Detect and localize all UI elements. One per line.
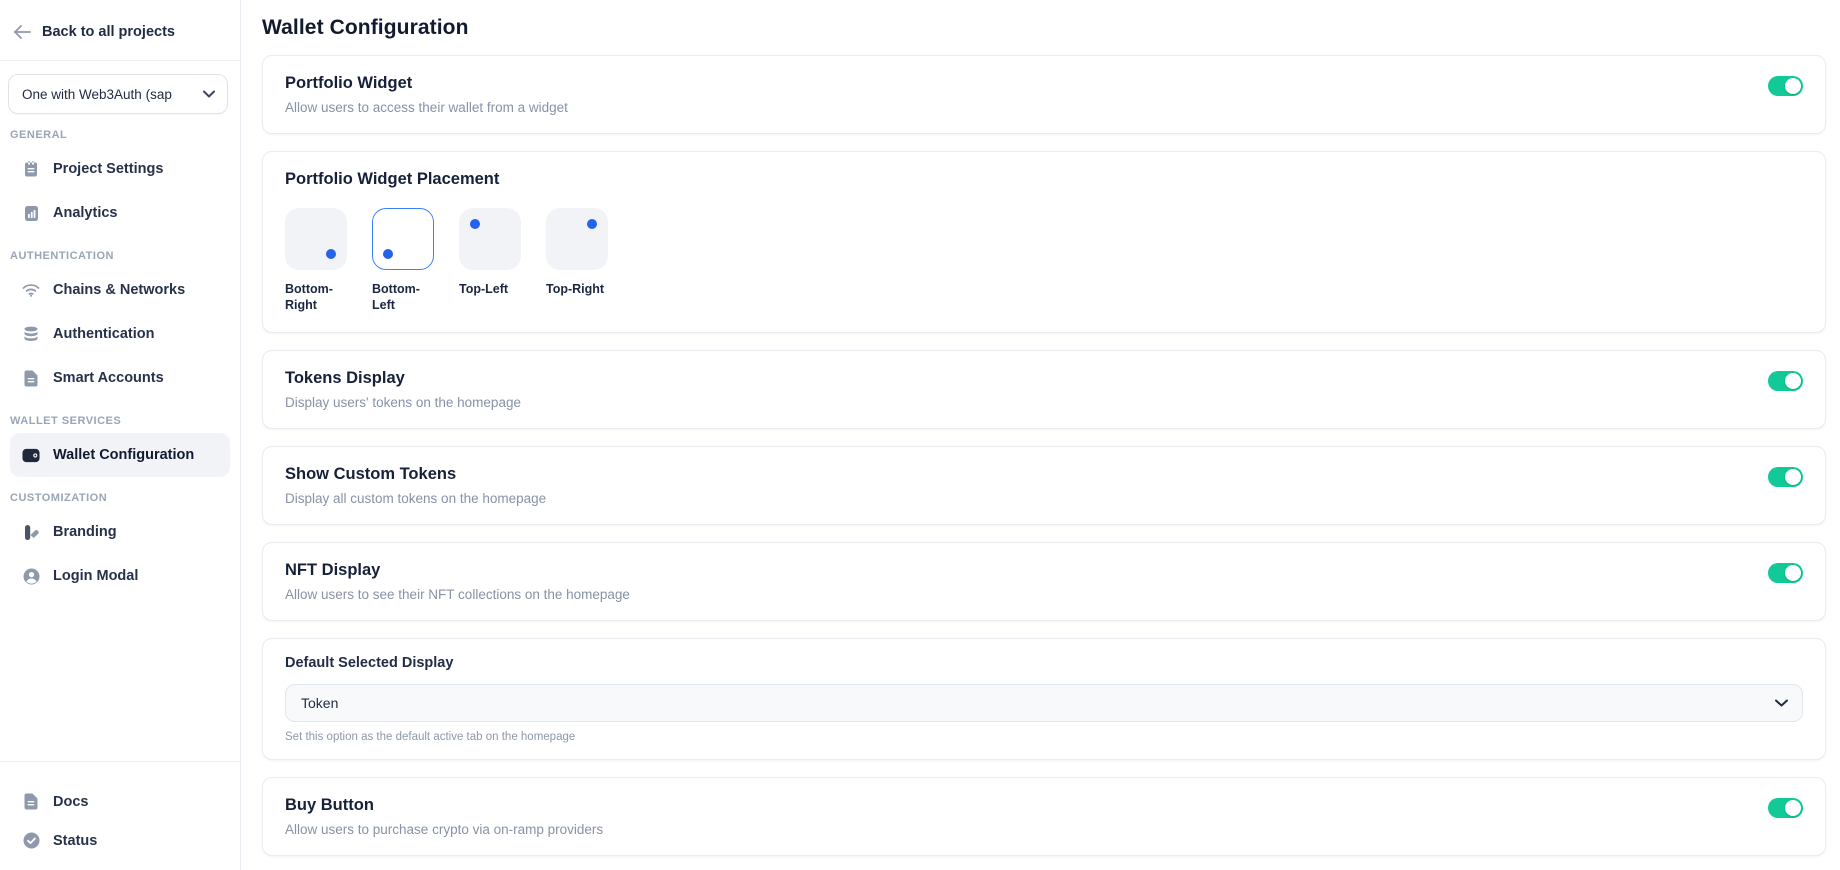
sidebar-item-label: Project Settings: [53, 161, 163, 177]
sidebar-item-smart-accounts[interactable]: Smart Accounts: [10, 356, 230, 400]
card-portfolio-widget: Portfolio Widget Allow users to access t…: [262, 55, 1826, 134]
sidebar-item-login-modal[interactable]: Login Modal: [10, 554, 230, 598]
default-display-select[interactable]: Token: [285, 684, 1803, 722]
sidebar-item-label: Analytics: [53, 205, 117, 221]
portfolio-widget-toggle[interactable]: [1768, 76, 1803, 96]
sidebar-item-docs[interactable]: Docs: [10, 782, 230, 821]
placement-label: Bottom-Right: [285, 281, 345, 314]
chevron-down-icon: [203, 90, 215, 98]
sidebar-item-project-settings[interactable]: Project Settings: [10, 147, 230, 191]
placement-label: Top-Right: [546, 281, 606, 297]
analytics-icon: [22, 204, 40, 222]
toggle-knob: [1785, 78, 1801, 94]
select-value: Token: [301, 695, 338, 711]
placement-label: Top-Left: [459, 281, 519, 297]
sidebar-item-analytics[interactable]: Analytics: [10, 191, 230, 235]
placement-option-top-left[interactable]: [459, 208, 521, 270]
wallet-icon: [22, 446, 40, 464]
chevron-down-icon: [1775, 699, 1788, 707]
card-tokens-display: Tokens Display Display users' tokens on …: [262, 350, 1826, 429]
project-select-value: One with Web3Auth (sap: [22, 87, 172, 102]
toggle-knob: [1785, 565, 1801, 581]
card-title: NFT Display: [285, 561, 630, 580]
card-portfolio-widget-placement: Portfolio Widget Placement Bottom-Right …: [262, 151, 1826, 333]
card-nft-display: NFT Display Allow users to see their NFT…: [262, 542, 1826, 621]
sidebar-item-label: Docs: [53, 794, 88, 810]
toggle-knob: [1785, 800, 1801, 816]
card-description: Allow users to see their NFT collections…: [285, 587, 630, 602]
sidebar-item-label: Chains & Networks: [53, 282, 185, 298]
user-icon: [22, 567, 40, 585]
section-label-customization: CUSTOMIZATION: [10, 492, 230, 504]
card-title: Show Custom Tokens: [285, 465, 546, 484]
sidebar-item-wallet-configuration[interactable]: Wallet Configuration: [10, 433, 230, 477]
placement-label: Bottom-Left: [372, 281, 432, 314]
sidebar-item-label: Wallet Configuration: [53, 447, 194, 463]
show-custom-tokens-toggle[interactable]: [1768, 467, 1803, 487]
sidebar-item-label: Smart Accounts: [53, 370, 164, 386]
nft-display-toggle[interactable]: [1768, 563, 1803, 583]
buy-button-toggle[interactable]: [1768, 798, 1803, 818]
card-description: Display all custom tokens on the homepag…: [285, 491, 546, 506]
check-circle-icon: [22, 832, 40, 850]
sidebar-item-chains-networks[interactable]: Chains & Networks: [10, 268, 230, 312]
card-title: Tokens Display: [285, 369, 521, 388]
tokens-display-toggle[interactable]: [1768, 371, 1803, 391]
document-icon: [22, 793, 40, 811]
document-icon: [22, 369, 40, 387]
card-description: Display users' tokens on the homepage: [285, 395, 521, 410]
toggle-knob: [1785, 469, 1801, 485]
sidebar-nav: GENERAL Project Settings Analytics AUTHE…: [0, 114, 240, 761]
clipboard-icon: [22, 160, 40, 178]
placement-dot: [326, 249, 336, 259]
back-to-projects-link[interactable]: Back to all projects: [0, 0, 240, 61]
back-link-label: Back to all projects: [42, 24, 175, 40]
section-label-general: GENERAL: [10, 129, 230, 141]
card-show-custom-tokens: Show Custom Tokens Display all custom to…: [262, 446, 1826, 525]
main-content: Wallet Configuration Portfolio Widget Al…: [241, 0, 1840, 870]
card-default-selected-display: Default Selected Display Token Set this …: [262, 638, 1826, 760]
project-select[interactable]: One with Web3Auth (sap: [8, 74, 228, 114]
placement-option-bottom-left[interactable]: [372, 208, 434, 270]
sidebar-item-authentication[interactable]: Authentication: [10, 312, 230, 356]
placement-options: Bottom-Right Bottom-Left Top-Left Top-Ri…: [285, 208, 1803, 314]
sidebar-item-label: Login Modal: [53, 568, 138, 584]
placement-dot: [470, 219, 480, 229]
card-description: Allow users to access their wallet from …: [285, 100, 568, 115]
section-label-wallet-services: WALLET SERVICES: [10, 415, 230, 427]
sidebar-item-label: Authentication: [53, 326, 155, 342]
field-helper-text: Set this option as the default active ta…: [285, 731, 1803, 743]
database-icon: [22, 325, 40, 343]
card-title: Buy Button: [285, 796, 603, 815]
placement-dot: [383, 249, 393, 259]
placement-option-bottom-right[interactable]: [285, 208, 347, 270]
card-buy-button: Buy Button Allow users to purchase crypt…: [262, 777, 1826, 856]
sidebar: Back to all projects One with Web3Auth (…: [0, 0, 241, 870]
card-title: Portfolio Widget: [285, 74, 568, 93]
arrow-left-icon: [14, 25, 31, 39]
field-label: Default Selected Display: [285, 655, 1803, 671]
sidebar-item-branding[interactable]: Branding: [10, 510, 230, 554]
card-title: Portfolio Widget Placement: [285, 170, 1803, 189]
wifi-icon: [22, 281, 40, 299]
sidebar-item-label: Status: [53, 833, 97, 849]
placement-dot: [587, 219, 597, 229]
sidebar-item-status[interactable]: Status: [10, 821, 230, 860]
sidebar-footer: Docs Status: [0, 761, 240, 870]
toggle-knob: [1785, 373, 1801, 389]
section-label-authentication: AUTHENTICATION: [10, 250, 230, 262]
page-title: Wallet Configuration: [262, 16, 1826, 40]
placement-option-top-right[interactable]: [546, 208, 608, 270]
sidebar-item-label: Branding: [53, 524, 117, 540]
brand-icon: [22, 523, 40, 541]
card-description: Allow users to purchase crypto via on-ra…: [285, 822, 603, 837]
